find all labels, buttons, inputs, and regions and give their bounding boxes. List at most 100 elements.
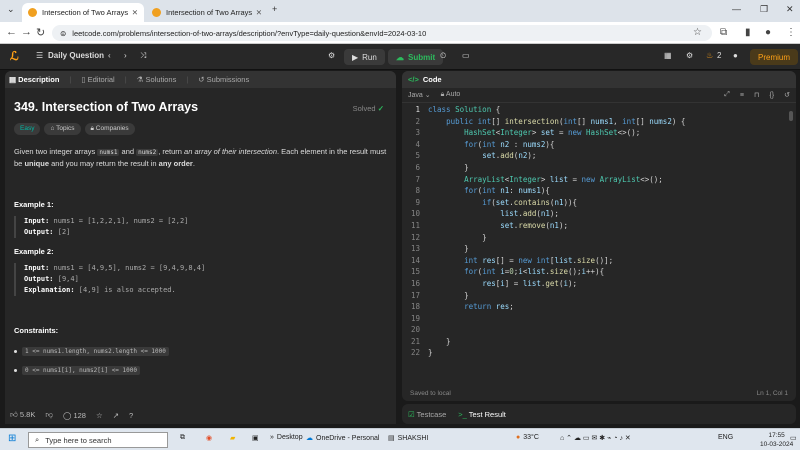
taskbar-search[interactable]: ⌕ Type here to search	[28, 432, 168, 448]
leetcode-logo-icon[interactable]: ℒ	[10, 49, 24, 63]
system-tray-icons[interactable]: ⌂ ⌃ ☁ ▭ ✉ ✱ ⌁ ◔ ♪ ✕	[560, 434, 631, 442]
comment-icon: ◯	[62, 410, 74, 420]
checkbox-icon: ☑	[408, 409, 417, 419]
bullet	[14, 369, 17, 372]
browser-tab-strip: ⌄ Intersection of Two Arrays - Lee ✕ Int…	[0, 0, 800, 22]
address-bar: ← → ↻ ⊜ leetcode.com/problems/intersecti…	[0, 22, 800, 44]
expand-icon[interactable]: ⤢	[724, 91, 730, 99]
format-icon[interactable]: ≡	[740, 92, 744, 99]
comments-button[interactable]: ◯ 128	[63, 411, 86, 420]
streak-fire-icon[interactable]: ♨	[706, 51, 713, 60]
close-window-icon[interactable]: ✕	[786, 4, 794, 15]
maximize-icon[interactable]: ❐	[760, 4, 768, 15]
forward-icon[interactable]: →	[21, 26, 32, 38]
leetcode-favicon-icon	[152, 8, 161, 17]
example-1: Input: nums1 = [1,2,2,1], nums2 = [2,2] …	[14, 216, 387, 238]
dislike-button[interactable]: 👎︎	[45, 410, 53, 420]
weather-icon[interactable]: ● 33°C	[516, 434, 539, 441]
chrome-icon[interactable]: ◉	[206, 434, 212, 442]
shuffle-icon[interactable]: ⤨	[140, 51, 146, 61]
topics-chip[interactable]: ⌂ Topics	[44, 123, 81, 135]
submit-button[interactable]: ☁ Submit	[388, 49, 444, 65]
favorite-star-icon[interactable]: ☆	[96, 411, 103, 420]
onedrive-item[interactable]: ☁ OneDrive - Personal	[306, 434, 379, 443]
input-language[interactable]: ENG	[718, 434, 733, 441]
settings-icon[interactable]: ⚙	[686, 51, 693, 60]
tab-divider: |	[186, 75, 189, 84]
close-tab-icon[interactable]: ✕	[132, 8, 138, 17]
run-button[interactable]: ▶ Run	[344, 49, 385, 65]
app-icon[interactable]: ▣	[252, 434, 259, 442]
difficulty-badge: Easy	[14, 123, 41, 135]
code-editor[interactable]: 1 class Solution { 2 public int[] interse…	[402, 103, 796, 359]
tab-testcase[interactable]: ☑ Testcase	[408, 410, 446, 419]
description-icon: ▤	[9, 75, 19, 84]
sidebar-icon[interactable]: ▮	[745, 27, 751, 38]
bullet	[14, 350, 17, 353]
bookmark-icon[interactable]: ⊓	[754, 91, 759, 99]
companies-chip[interactable]: 🔒︎ Companies	[84, 123, 135, 135]
user-avatar[interactable]: ●	[733, 51, 738, 60]
browser-tab-1[interactable]: Intersection of Two Arrays - Lee ✕	[22, 3, 144, 22]
share-icon[interactable]: ↗	[113, 411, 119, 420]
prev-problem-icon[interactable]: ‹	[108, 51, 111, 60]
constraints-title: Constraints:	[14, 326, 59, 335]
auto-mode-toggle[interactable]: 🔒︎ Auto	[441, 91, 461, 99]
reload-icon[interactable]: ↻	[36, 26, 45, 39]
tab-test-result[interactable]: >_ Test Result	[458, 410, 506, 419]
editor-scrollbar[interactable]	[789, 111, 793, 121]
help-icon[interactable]: ?	[129, 411, 133, 420]
braces-icon[interactable]: {}	[769, 92, 774, 99]
debug-icon[interactable]: ⚙	[328, 51, 335, 60]
notes-icon[interactable]: ▭	[462, 51, 470, 60]
leetcode-header: ℒ ☰ Daily Question ‹ › ⤨ ⚙ ▶ Run ☁ Submi…	[0, 44, 800, 70]
next-problem-icon[interactable]: ›	[124, 51, 127, 60]
tab-editorial[interactable]: ▯ Editorial	[81, 75, 114, 84]
layout-icon[interactable]: ▦	[664, 51, 672, 60]
description-panel: ▤ Description | ▯ Editorial | ⚗ Solution…	[5, 71, 396, 424]
tab-submissions[interactable]: ↺ Submissions	[198, 75, 249, 84]
file-explorer-icon[interactable]: ▰	[230, 434, 235, 442]
constraint-item: 1 <= nums1.length, nums2.length <= 1000	[14, 347, 387, 356]
tab-search-icon[interactable]: ⌄	[7, 4, 15, 15]
new-tab-icon[interactable]: +	[272, 4, 277, 14]
problem-list-icon[interactable]: ☰	[36, 51, 43, 60]
editor-footer: Saved to local Ln 1, Col 1	[402, 385, 796, 401]
browser-tab-2[interactable]: Intersection of Two Arrays - Lee ✕	[146, 3, 268, 22]
like-button[interactable]: 👍︎ 5.8K	[10, 410, 35, 420]
user-folder-item[interactable]: ▤ SHAKSHI	[388, 434, 428, 443]
minimize-icon[interactable]: —	[732, 4, 741, 14]
solved-status: Solved ✓	[352, 104, 384, 113]
site-info-icon[interactable]: ⊜	[60, 29, 66, 38]
daily-question-label[interactable]: Daily Question	[48, 51, 104, 60]
premium-button[interactable]: Premium	[750, 49, 799, 65]
check-circle-icon: ✓	[377, 104, 384, 113]
profile-avatar[interactable]: ●	[765, 27, 771, 38]
editor-toolbar: Java ⌄ 🔒︎ Auto ⤢ ≡ ⊓ {} ↺	[402, 88, 796, 103]
description-footer: 👍︎ 5.8K 👎︎ ◯ 128 ☆ ↗ ?	[5, 406, 396, 424]
code-brackets-icon: </>	[408, 75, 419, 84]
bookmark-star-icon[interactable]: ☆	[693, 27, 702, 38]
terminal-icon: >_	[458, 409, 469, 419]
submissions-icon: ↺	[198, 75, 207, 84]
task-view-icon[interactable]: ⧉	[180, 434, 185, 442]
close-tab-icon[interactable]: ✕	[256, 8, 262, 17]
url-field[interactable]: ⊜ leetcode.com/problems/intersection-of-…	[52, 25, 712, 41]
back-icon[interactable]: ←	[6, 26, 17, 38]
reset-icon[interactable]: ↺	[784, 91, 790, 99]
constraint-item: 0 <= nums1[i], nums2[i] <= 1000	[14, 366, 387, 375]
windows-start-icon[interactable]: ⊞	[8, 433, 16, 444]
timer-icon[interactable]: ⏲	[440, 51, 446, 61]
example-2-title: Example 2:	[14, 247, 54, 256]
system-clock[interactable]: 17:55 10-03-2024	[760, 431, 793, 449]
notifications-icon[interactable]: ▭	[790, 434, 797, 442]
cursor-position: Ln 1, Col 1	[756, 389, 788, 397]
tab-solutions[interactable]: ⚗ Solutions	[137, 75, 177, 84]
extensions-icon[interactable]: ⧉	[720, 27, 727, 38]
desktop-toolbar[interactable]: » Desktop	[270, 434, 303, 441]
example-2: Input: nums1 = [4,9,5], nums2 = [9,4,9,8…	[14, 263, 387, 296]
chrome-menu-icon[interactable]: ⋮	[786, 27, 796, 38]
language-select[interactable]: Java ⌄	[408, 91, 431, 99]
tab-description[interactable]: ▤ Description	[9, 75, 59, 84]
leetcode-favicon-icon	[28, 8, 37, 17]
